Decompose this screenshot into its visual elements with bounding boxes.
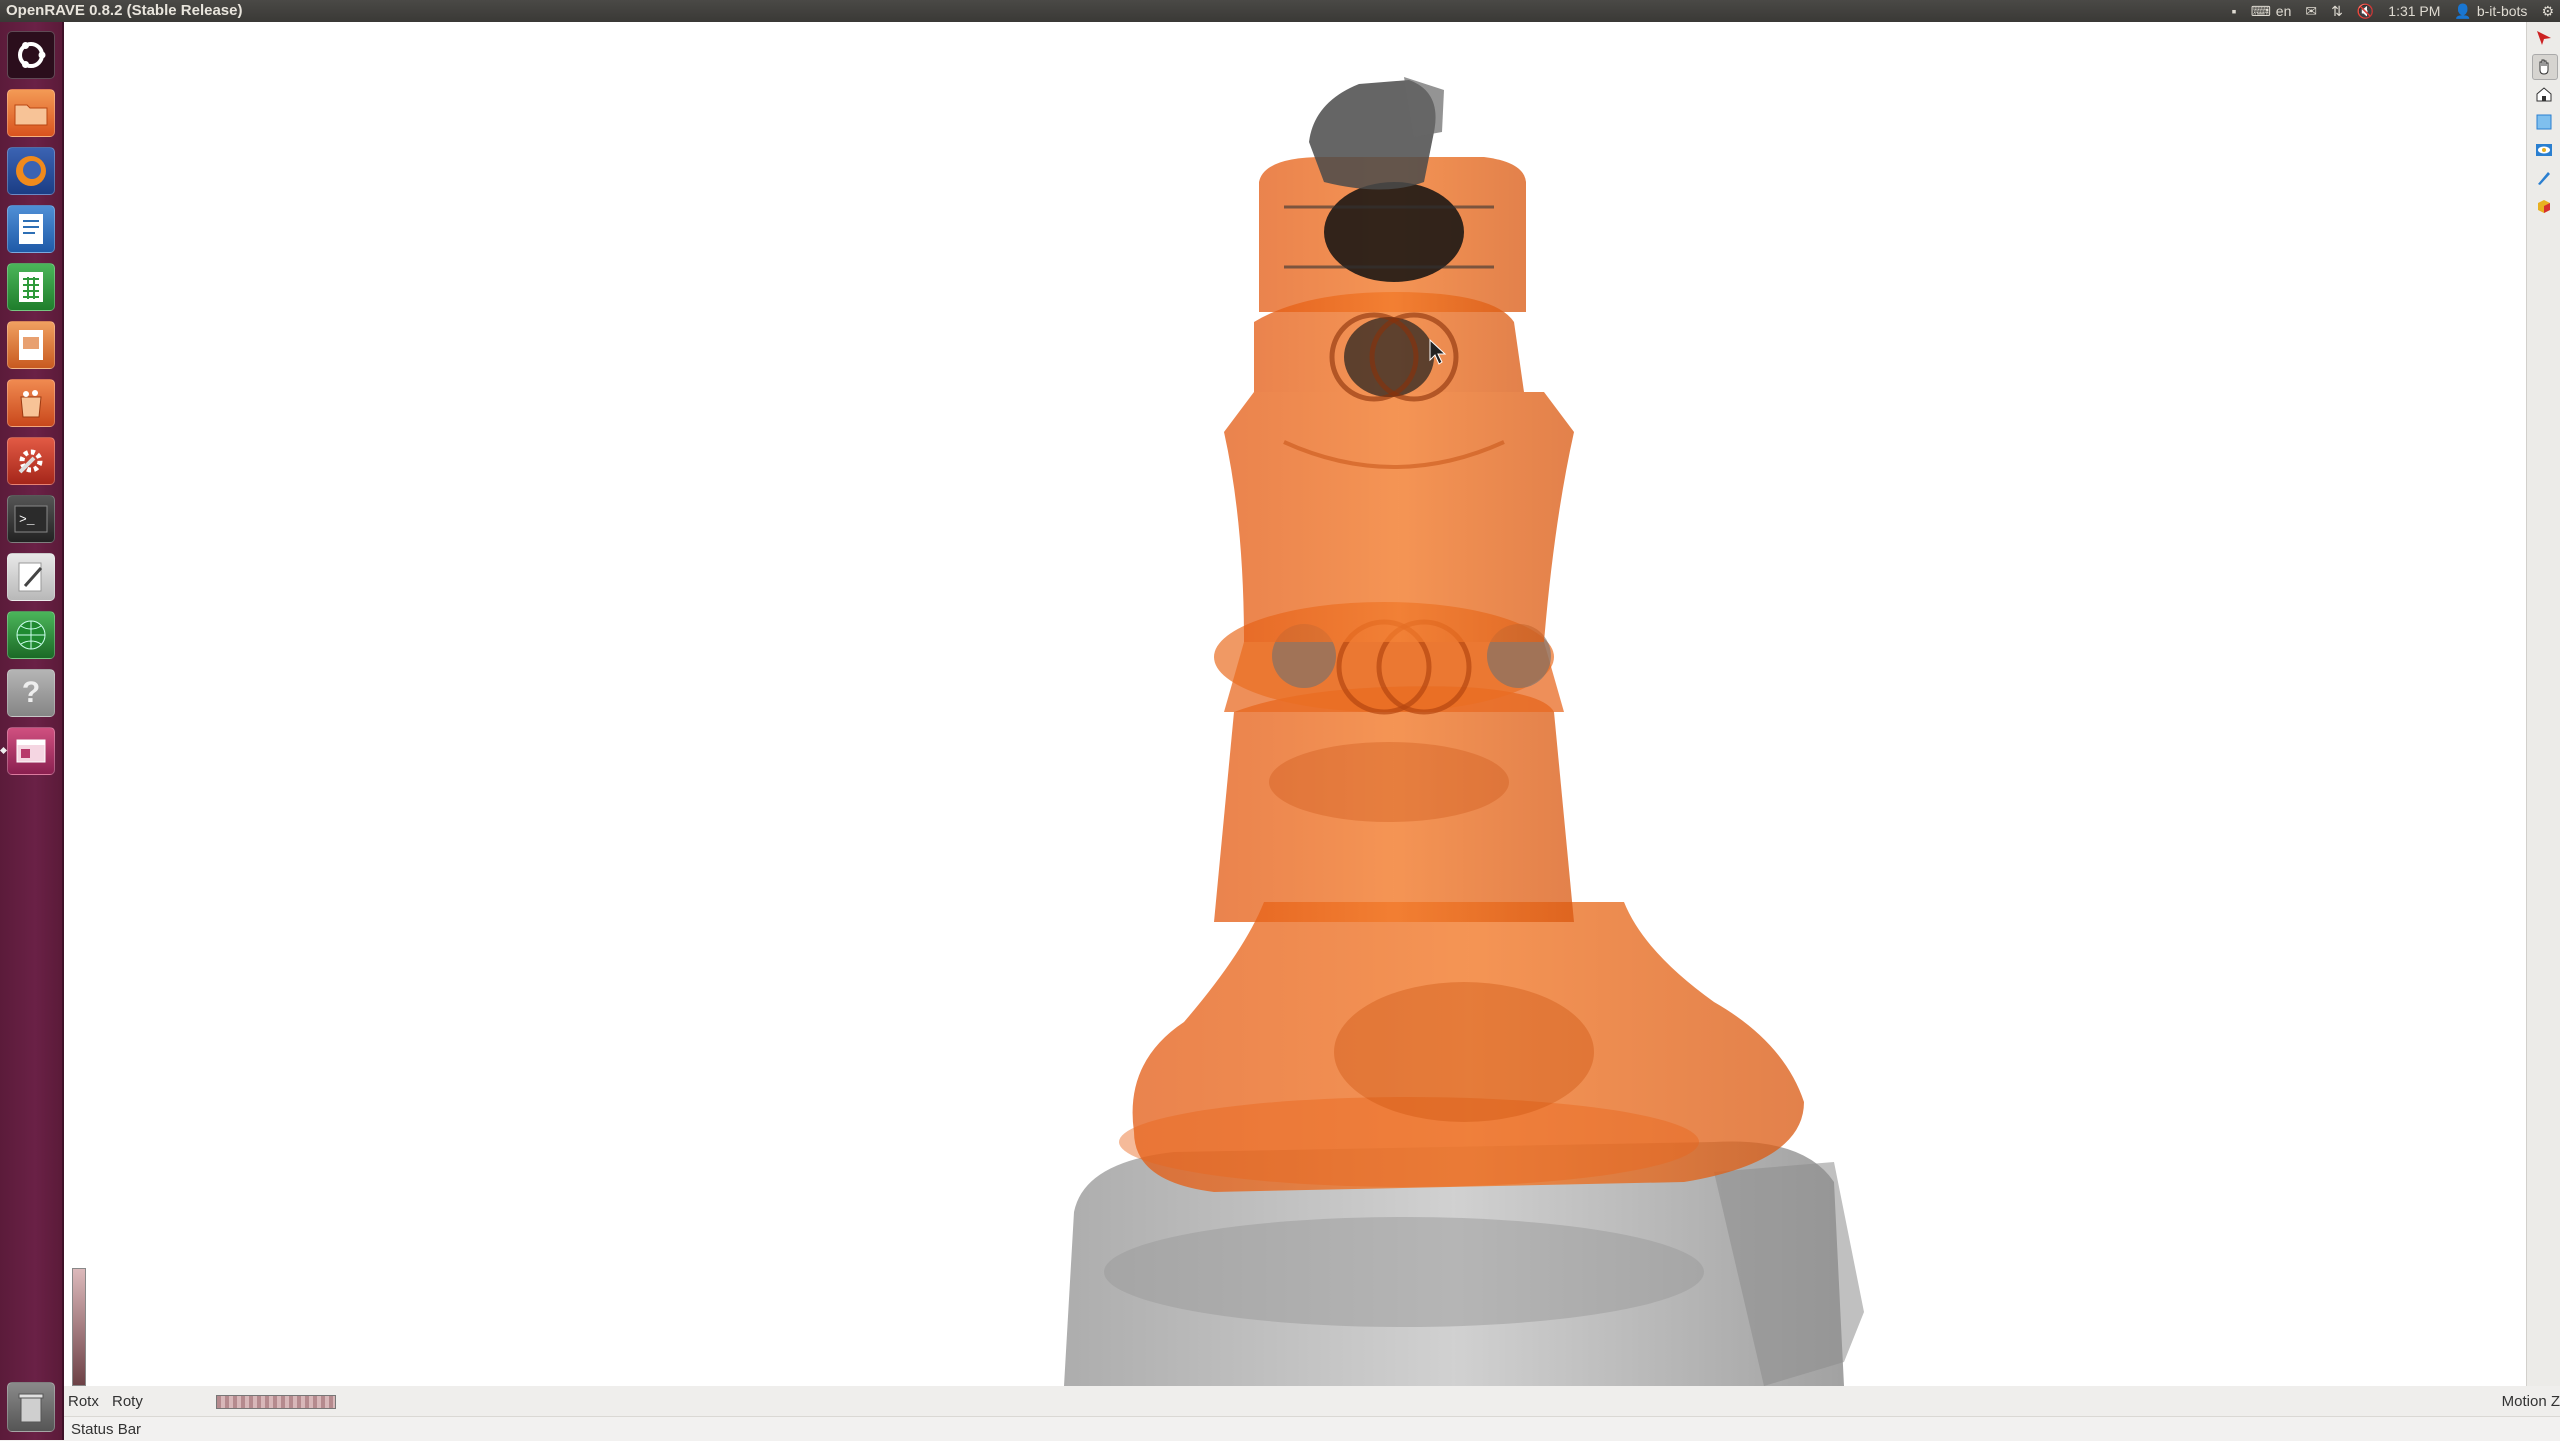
- trash-icon: [18, 1393, 44, 1423]
- pen-icon: [2538, 172, 2550, 185]
- mail-icon: ✉: [2305, 2, 2318, 19]
- status-text: Status Bar: [71, 1421, 142, 1438]
- launcher-files[interactable]: [7, 89, 55, 137]
- launcher: >_ ?: [0, 22, 64, 1440]
- view-all-icon: [2536, 114, 2552, 130]
- seek-button[interactable]: [2532, 138, 2556, 162]
- robot-link-upper-arm: [1224, 392, 1574, 642]
- hand-icon: [2539, 59, 2549, 75]
- launcher-impress[interactable]: [7, 321, 55, 369]
- clock-indicator[interactable]: 1:31 PM: [2388, 3, 2440, 19]
- roty-label: Roty: [112, 1393, 143, 1410]
- viewer-toolbar: [2526, 22, 2560, 1386]
- writer-document-icon: [19, 214, 43, 244]
- volume-icon: 🔇: [2356, 2, 2375, 19]
- arrow-pointer-icon: [2537, 31, 2551, 45]
- user-indicator[interactable]: 👤 b-it-bots: [2454, 3, 2527, 20]
- keyboard-layout-label: en: [2275, 3, 2292, 19]
- status-bar: Status Bar: [64, 1416, 2560, 1441]
- keyboard-indicator[interactable]: ⌨ en: [2251, 3, 2292, 20]
- render-mode-button[interactable]: [2532, 194, 2556, 218]
- software-center-bag-icon: [20, 390, 42, 418]
- transfer-indicator[interactable]: ⇅: [2331, 3, 2343, 20]
- thumbwheel-bar: Rotx Roty Motion Z: [64, 1386, 2560, 1416]
- roty-thumbwheel[interactable]: [216, 1395, 336, 1409]
- left-thumbwheel[interactable]: [72, 1268, 86, 1386]
- messaging-indicator[interactable]: ✉: [2305, 3, 2317, 20]
- launcher-writer[interactable]: [7, 205, 55, 253]
- gear-icon: ⚙: [2541, 2, 2554, 19]
- network-icon: ▪: [2231, 3, 2237, 19]
- launcher-firefox[interactable]: [7, 147, 55, 195]
- launcher-trash[interactable]: [7, 1382, 55, 1432]
- keyboard-icon: ⌨: [2250, 2, 2271, 19]
- view-tool-button[interactable]: [2532, 54, 2558, 80]
- sound-indicator[interactable]: 🔇: [2357, 3, 2374, 20]
- robot-link-base: [1119, 902, 1804, 1192]
- transfer-icon: ⇅: [2331, 2, 2343, 19]
- indicator-area: ▪ ⌨ en ✉ ⇅ 🔇 1:31 PM 👤 b-it-bots ⚙: [2232, 0, 2554, 22]
- running-indicator: [0, 746, 8, 755]
- settings-wrench-icon: [18, 449, 43, 474]
- launcher-openrave[interactable]: [7, 727, 55, 775]
- rotx-label: Rotx: [68, 1393, 99, 1410]
- launcher-globe-app[interactable]: [7, 611, 55, 659]
- folder-icon: [14, 104, 48, 126]
- house-icon: [2536, 87, 2552, 102]
- globe-icon: [16, 620, 46, 650]
- network-indicator[interactable]: ▪: [2232, 3, 2237, 19]
- eye-icon: [2536, 144, 2552, 156]
- window-title: OpenRAVE 0.8.2 (Stable Release): [6, 2, 243, 19]
- calc-spreadsheet-icon: [19, 272, 43, 302]
- launcher-calc[interactable]: [7, 263, 55, 311]
- launcher-terminal[interactable]: >_: [7, 495, 55, 543]
- user-name: b-it-bots: [2476, 3, 2528, 19]
- launcher-system-settings[interactable]: [7, 437, 55, 485]
- firefox-icon: [16, 156, 46, 186]
- session-indicator[interactable]: ⚙: [2541, 3, 2554, 20]
- launcher-help[interactable]: ?: [7, 669, 55, 717]
- clock-time: 1:31 PM: [2388, 3, 2441, 19]
- launcher-software-center[interactable]: [7, 379, 55, 427]
- top-panel: OpenRAVE 0.8.2 (Stable Release) ▪ ⌨ en ✉…: [0, 0, 2560, 22]
- robot-end-effector: [1309, 77, 1444, 190]
- robot-scene: [1064, 77, 1864, 1386]
- impress-presentation-icon: [19, 330, 43, 360]
- window-app-icon: [16, 739, 46, 763]
- text-editor-icon: [18, 562, 43, 592]
- user-icon: 👤: [2454, 2, 2472, 19]
- 3d-viewport[interactable]: [64, 22, 2526, 1386]
- launcher-text-editor[interactable]: [7, 553, 55, 601]
- launcher-dash-home[interactable]: [7, 31, 55, 79]
- perspective-button[interactable]: [2532, 166, 2556, 190]
- svg-text:>_: >_: [19, 512, 35, 527]
- motion-z-label: Motion Z: [2501, 1393, 2560, 1410]
- help-question-icon: ?: [21, 676, 41, 709]
- home-view-button[interactable]: [2532, 82, 2556, 106]
- view-all-button[interactable]: [2532, 110, 2556, 134]
- pick-tool-button[interactable]: [2532, 26, 2556, 50]
- ubuntu-logo-icon: [18, 42, 46, 68]
- cube-color-icon: [2538, 200, 2550, 213]
- terminal-icon: >_: [14, 505, 48, 533]
